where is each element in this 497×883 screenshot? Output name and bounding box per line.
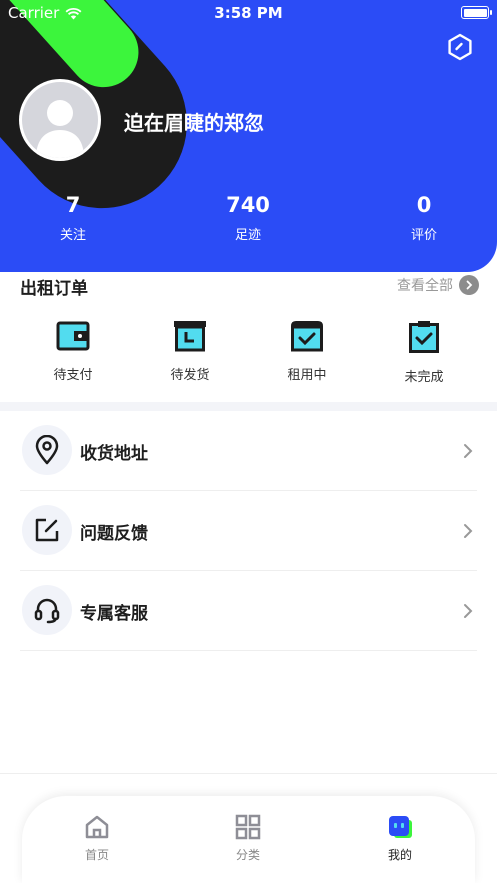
view-all-orders-link[interactable]: 查看全部 (397, 275, 479, 295)
chevron-right-icon (464, 604, 473, 618)
order-label: 待支付 (53, 368, 93, 383)
order-label: 未完成 (404, 370, 444, 385)
stats-row: 7 关注 740 足迹 0 评价 (0, 190, 497, 250)
tab-bar: 首页 分类 我的 (22, 796, 475, 883)
stat-footprints[interactable]: 740 足迹 (193, 190, 303, 243)
box-check-icon (291, 321, 323, 352)
tab-profile[interactable]: 我的 (360, 814, 440, 863)
orders-title: 出租订单 (20, 279, 88, 299)
location-pin-icon (35, 435, 59, 465)
tab-label: 首页 (84, 848, 109, 862)
order-pending-payment[interactable]: 待支付 (23, 320, 123, 383)
wallet-icon (56, 321, 90, 351)
bottom-separator (0, 773, 497, 774)
menu-item-customer-service[interactable]: 专属客服 (20, 571, 477, 651)
stat-label: 关注 (59, 228, 86, 243)
section-divider (0, 402, 497, 411)
stat-value: 740 (226, 193, 270, 217)
order-pending-shipment[interactable]: 待发货 (140, 320, 240, 383)
grid-icon (235, 814, 261, 840)
stat-following[interactable]: 7 关注 (18, 190, 128, 243)
stat-value: 0 (416, 193, 432, 217)
menu-icon-wrap (22, 425, 72, 475)
stat-label: 评价 (410, 228, 437, 243)
stat-reviews[interactable]: 0 评价 (369, 190, 479, 243)
headset-icon (34, 598, 60, 624)
clock: 3:58 PM (214, 4, 283, 22)
profile-icon (389, 816, 412, 838)
menu-label: 收货地址 (80, 444, 148, 464)
tab-label: 分类 (235, 848, 260, 862)
stat-label: 足迹 (234, 228, 261, 243)
chevron-right-icon (464, 444, 473, 458)
battery-icon (461, 6, 492, 19)
order-incomplete[interactable]: 未完成 (374, 320, 474, 385)
order-renting[interactable]: 租用中 (257, 320, 357, 383)
profile-header: Carrier 3:58 PM 迫在眉睫的郑忽 7 关注 740 足迹 0 评价 (0, 0, 497, 272)
orders-header: 出租订单 查看全部 (0, 272, 497, 300)
tab-home[interactable]: 首页 (57, 814, 137, 863)
clipboard-check-icon (409, 321, 439, 353)
menu-label: 问题反馈 (80, 524, 148, 544)
edit-icon (35, 518, 59, 542)
stat-value: 7 (65, 193, 81, 217)
home-icon (85, 815, 109, 839)
menu-label: 专属客服 (80, 604, 148, 624)
view-all-label: 查看全部 (397, 278, 453, 294)
username: 迫在眉睫的郑忽 (124, 111, 264, 135)
menu-icon-wrap (22, 505, 72, 555)
chevron-right-icon (459, 275, 479, 295)
order-label: 租用中 (287, 368, 327, 383)
menu-item-feedback[interactable]: 问题反馈 (20, 491, 477, 571)
order-label: 待发货 (170, 368, 210, 383)
chevron-right-icon (464, 524, 473, 538)
default-avatar-icon (36, 100, 84, 158)
settings-hex-icon[interactable] (445, 32, 475, 62)
menu-icon-wrap (22, 585, 72, 635)
box-clock-icon (174, 321, 206, 352)
tab-category[interactable]: 分类 (208, 814, 288, 863)
tab-label: 我的 (387, 848, 412, 862)
menu-item-shipping-address[interactable]: 收货地址 (20, 411, 477, 491)
avatar[interactable] (19, 79, 101, 161)
status-bar: Carrier 3:58 PM (0, 0, 497, 26)
